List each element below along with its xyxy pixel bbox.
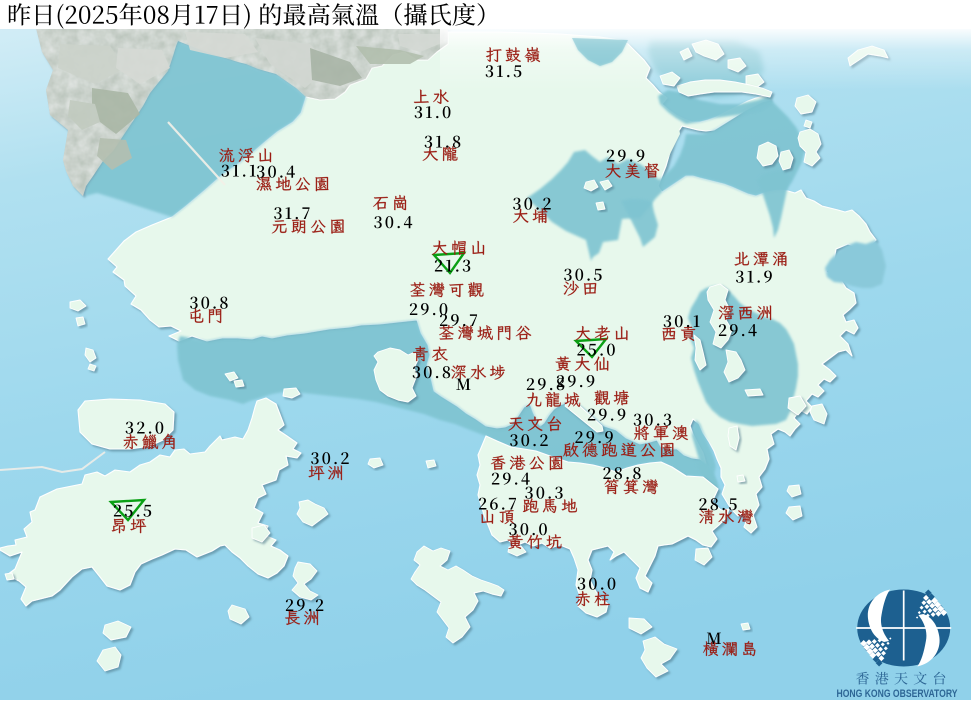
svg-text:HONG KONG OBSERVATORY: HONG KONG OBSERVATORY xyxy=(837,688,958,700)
